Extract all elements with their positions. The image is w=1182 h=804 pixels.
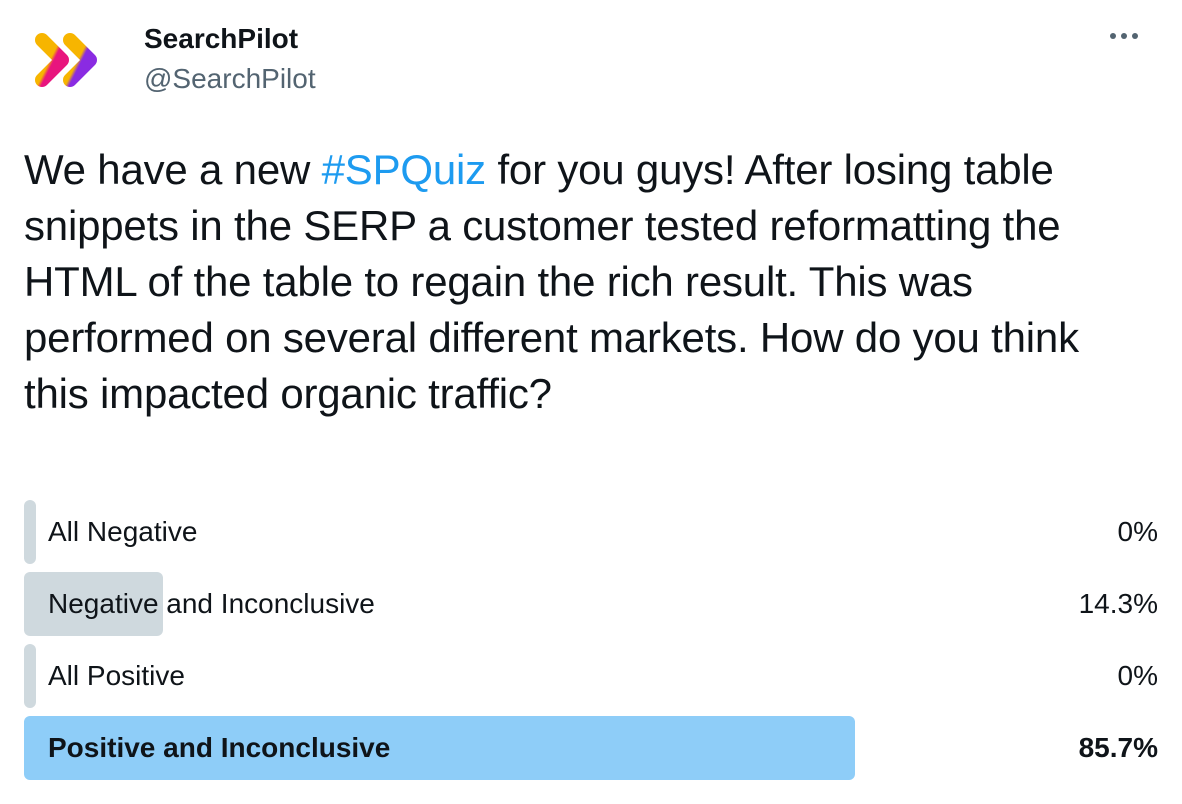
poll-option-positive-inconclusive: Positive and Inconclusive 85.7% xyxy=(24,716,1158,780)
account-handle[interactable]: @SearchPilot xyxy=(144,62,316,96)
account-name[interactable]: SearchPilot xyxy=(144,22,298,56)
searchpilot-logo-icon xyxy=(35,33,97,87)
poll-result-bar xyxy=(24,500,36,564)
poll-option-percent: 0% xyxy=(1117,516,1158,547)
poll-option-label: All Negative xyxy=(48,516,198,547)
avatar[interactable] xyxy=(24,14,116,106)
poll-option-label: All Positive xyxy=(48,660,185,691)
poll-option-percent: 14.3% xyxy=(1078,588,1158,619)
poll-option-percent: 0% xyxy=(1117,660,1158,691)
ellipsis-icon xyxy=(1110,33,1138,39)
poll-option-label: Negative and Inconclusive xyxy=(48,588,375,619)
poll-option-all-negative: All Negative 0% xyxy=(24,500,1158,564)
poll-option-all-positive: All Positive 0% xyxy=(24,644,1158,708)
poll-result-bar xyxy=(24,644,36,708)
poll-option-percent: 85.7% xyxy=(1078,732,1158,763)
poll-option-label: Positive and Inconclusive xyxy=(48,732,391,763)
tweet-header: SearchPilot @SearchPilot xyxy=(0,0,1182,120)
tweet-text-before: We have a new xyxy=(24,146,322,193)
more-options-button[interactable] xyxy=(1106,26,1142,46)
poll-option-negative-inconclusive: Negative and Inconclusive 14.3% xyxy=(24,572,1158,636)
hashtag-link[interactable]: #SPQuiz xyxy=(322,146,487,193)
tweet-text: We have a new #SPQuiz for you guys! Afte… xyxy=(24,142,1144,422)
